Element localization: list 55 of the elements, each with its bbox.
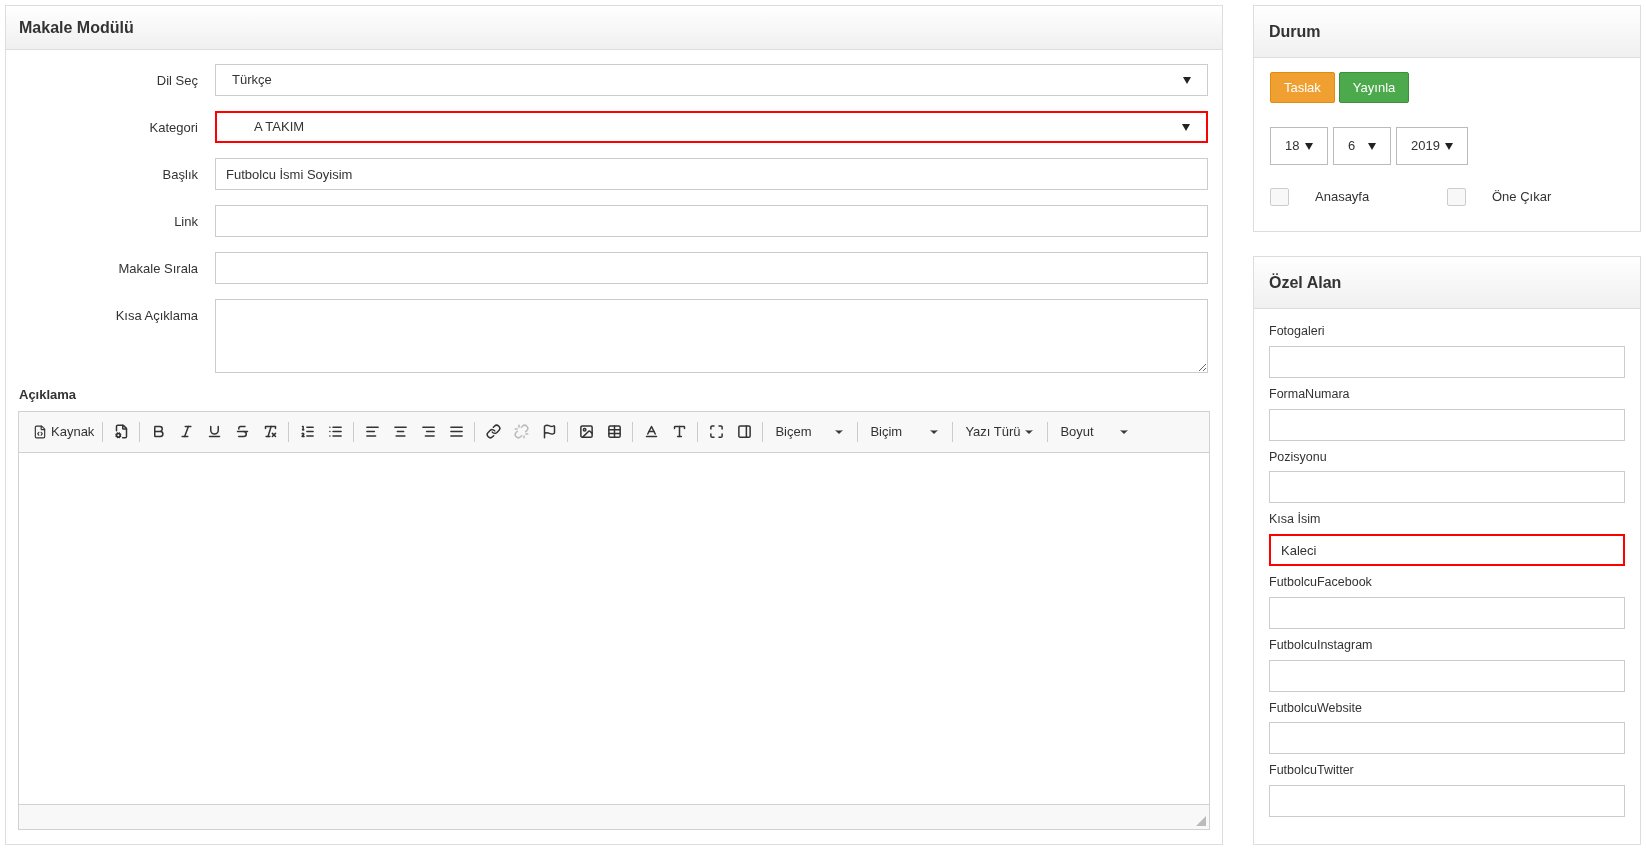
style-dropdown[interactable]: Biçim (862, 417, 949, 446)
field-label: FutbolcuInstagram (1269, 636, 1374, 654)
text-field[interactable] (215, 205, 1208, 237)
checkbox-label: Anasayfa (1315, 188, 1370, 206)
date-select[interactable]: 2019 (1396, 127, 1468, 165)
text-field[interactable] (1269, 345, 1625, 378)
checkbox-label: Öne Çıkar (1492, 188, 1552, 206)
field-label: Kısa Açıklama (114, 307, 198, 325)
field-label: Kategori (148, 119, 198, 137)
style-dropdown[interactable]: Biçem (767, 417, 854, 446)
panel-title: Özel Alan (1269, 272, 1342, 293)
field-label: FutbolcuTwitter (1269, 762, 1355, 780)
resize-grip-icon (1196, 816, 1206, 826)
text-field[interactable]: Kaleci (1269, 534, 1625, 566)
caret-icon (1368, 142, 1376, 150)
source-button[interactable]: Kaynak (29, 417, 99, 446)
text-field[interactable] (1269, 659, 1625, 692)
select-value: 18 (1285, 137, 1300, 156)
style-dropdown[interactable]: Yazı Türü (957, 417, 1044, 446)
field-label: FutbolcuWebsite (1269, 699, 1363, 717)
style-dropdown[interactable]: Boyut (1052, 417, 1139, 446)
select-value: 2019 (1411, 137, 1440, 156)
caret-icon (1445, 142, 1453, 150)
text-field[interactable] (1269, 408, 1625, 441)
caret-icon (1182, 123, 1190, 131)
field-label: Fotogaleri (1269, 323, 1326, 340)
field-label: Link (173, 213, 198, 231)
field-label: Makale Sırala (117, 260, 198, 278)
text-field[interactable]: Futbolcu İsmi Soyisim (215, 158, 1208, 190)
select-value: 6 (1348, 137, 1356, 156)
caret-icon (1305, 142, 1313, 150)
text-field[interactable] (1269, 722, 1625, 755)
field-label: Başlık (161, 166, 198, 184)
text-field[interactable] (1269, 785, 1625, 817)
select-field[interactable]: Türkçe (215, 64, 1208, 96)
panel-title: Makale Modülü (19, 17, 134, 38)
text-field[interactable] (1269, 596, 1625, 629)
caret-icon (1183, 76, 1191, 84)
source-icon (33, 424, 47, 439)
field-label: FutbolcuFacebook (1269, 574, 1373, 591)
panel-title: Durum (1269, 21, 1321, 42)
date-select[interactable]: 6 (1333, 127, 1391, 165)
select-field[interactable]: A TAKIM (215, 111, 1208, 143)
select-value: A TAKIM (254, 118, 305, 137)
field-label: FormaNumara (1269, 385, 1351, 403)
date-select[interactable]: 18 (1270, 127, 1328, 165)
checkbox[interactable] (1447, 187, 1466, 206)
field-label: Kısa İsim (1269, 511, 1322, 529)
text-field[interactable] (215, 252, 1208, 284)
editor-label: Açıklama (19, 386, 78, 404)
field-label: Pozisyonu (1269, 448, 1328, 466)
field-label: Dil Seç (155, 72, 198, 90)
text-field[interactable] (1269, 471, 1625, 504)
select-value: Türkçe (232, 71, 272, 90)
checkbox[interactable] (1270, 187, 1289, 206)
